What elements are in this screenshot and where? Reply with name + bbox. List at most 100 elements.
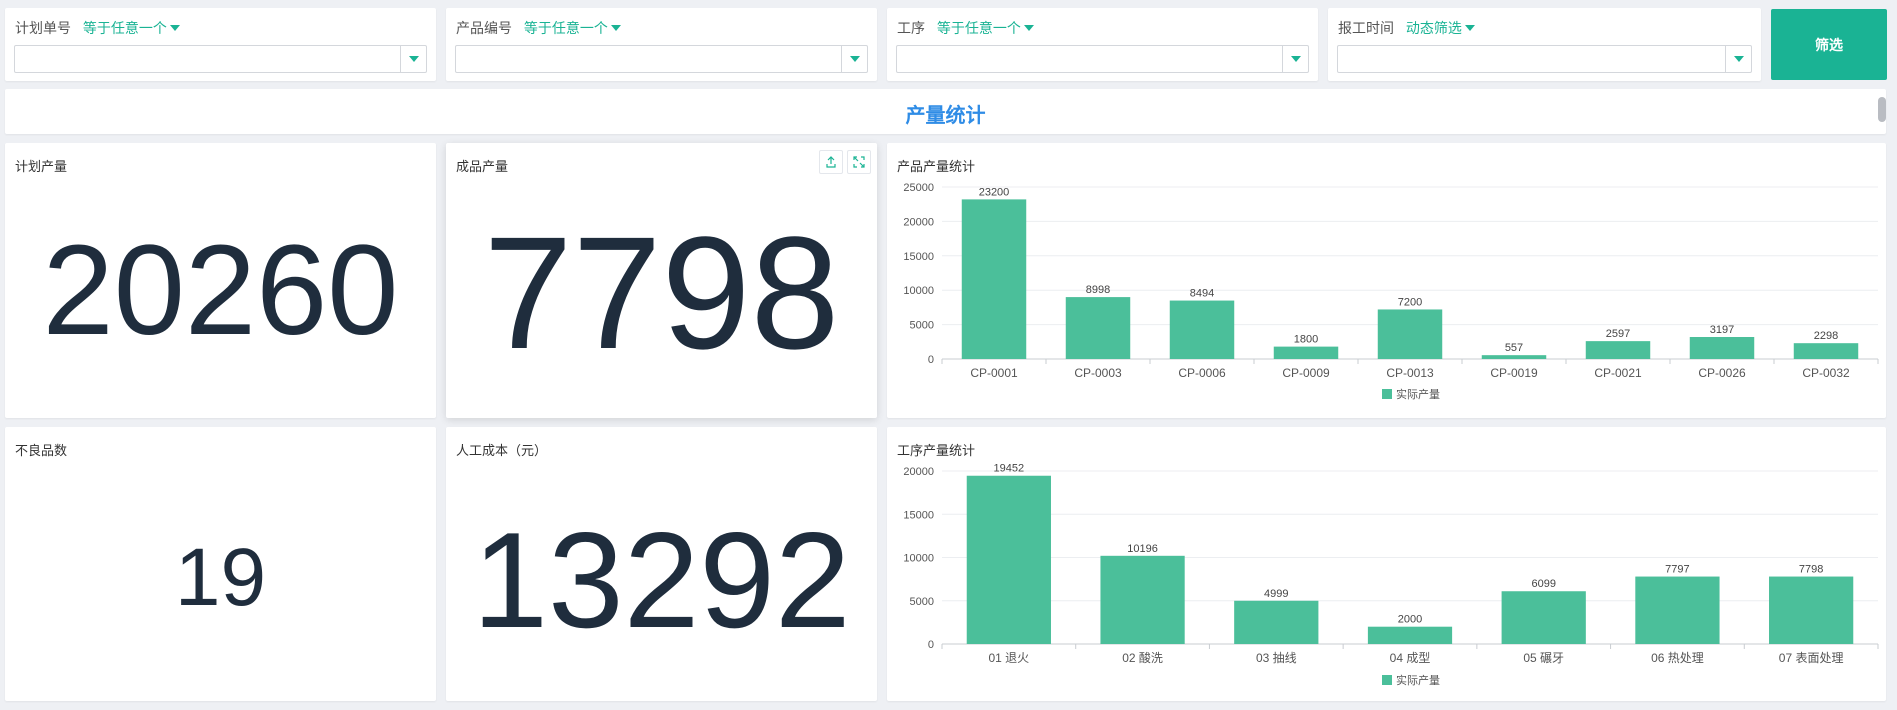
filter-product-no: 产品编号 等于任意一个	[446, 8, 877, 81]
filter-operator-dropdown[interactable]: 等于任意一个	[83, 20, 180, 36]
x-tick-label: CP-0021	[1594, 366, 1642, 380]
y-tick-label: 5000	[910, 320, 934, 332]
x-tick-label: CP-0003	[1074, 366, 1122, 380]
scrollbar-thumb[interactable]	[1878, 97, 1886, 122]
caret-down-icon	[1023, 25, 1034, 31]
upload-icon[interactable]	[819, 150, 843, 174]
bar	[966, 475, 1051, 644]
kpi-card-finished-output: 成品产量 7798	[446, 143, 877, 418]
chevron-down-icon[interactable]	[1282, 46, 1308, 72]
filter-report-time-header: 报工时间 动态筛选	[1338, 18, 1475, 38]
card-toolbar	[819, 150, 871, 174]
legend-swatch	[1382, 675, 1392, 685]
filter-report-time: 报工时间 动态筛选	[1328, 8, 1761, 81]
filter-plan-no-select[interactable]	[14, 45, 427, 73]
bar	[1585, 341, 1651, 359]
bar-data-label: 8494	[1190, 288, 1214, 300]
y-tick-label: 0	[928, 354, 934, 366]
filter-operator-label: 动态筛选	[1405, 20, 1462, 36]
caret-down-icon	[610, 25, 621, 31]
y-tick-label: 15000	[903, 251, 934, 263]
bar	[1169, 300, 1235, 359]
filter-label: 工序	[897, 20, 925, 36]
dashboard-title-bar: 产量统计	[5, 89, 1886, 134]
process-output-bar-chart: 0 5000 10000 15000 20000 19452 01 退火 10196 02 酸洗…	[903, 463, 1879, 687]
filter-process: 工序 等于任意一个	[887, 8, 1318, 81]
y-tick-label: 20000	[903, 466, 934, 478]
y-tick-label: 25000	[903, 182, 934, 194]
bar-data-label: 4999	[1264, 588, 1288, 600]
chart-card-product-output: 产品产量统计 0 5000 10000 15000 20000 25000 23200 CP-…	[887, 143, 1886, 418]
bar	[1234, 600, 1319, 644]
x-tick-label: 04 成型	[1390, 651, 1431, 665]
filter-product-no-select[interactable]	[455, 45, 868, 73]
bar-data-label: 2597	[1606, 328, 1630, 340]
chart-card-process-output: 工序产量统计 0 5000 10000 15000 20000 19452 01 退火 101…	[887, 427, 1886, 701]
x-tick-label: CP-0006	[1178, 366, 1226, 380]
kpi-value: 19	[174, 532, 267, 623]
filter-operator-label: 等于任意一个	[936, 20, 1021, 36]
bar	[1100, 555, 1185, 644]
y-tick-label: 20000	[903, 216, 934, 228]
y-tick-label: 5000	[910, 596, 934, 608]
bar-data-label: 23200	[979, 186, 1010, 198]
bar	[1793, 343, 1859, 359]
filter-operator-dropdown[interactable]: 动态筛选	[1406, 20, 1475, 36]
caret-down-icon	[169, 25, 180, 31]
chevron-down-icon[interactable]	[841, 46, 867, 72]
y-tick-label: 0	[928, 639, 934, 651]
legend-swatch	[1382, 389, 1392, 399]
kpi-title: 人工成本（元）	[456, 443, 548, 458]
bar-data-label: 7797	[1665, 564, 1689, 576]
legend-label: 实际产量	[1396, 673, 1440, 687]
x-tick-label: 01 退火	[989, 651, 1030, 665]
filter-operator-dropdown[interactable]: 等于任意一个	[937, 20, 1034, 36]
kpi-title: 成品产量	[456, 159, 509, 174]
kpi-title: 不良品数	[15, 443, 68, 458]
kpi-title: 计划产量	[15, 159, 68, 174]
bar-data-label: 6099	[1531, 578, 1555, 590]
filter-submit-button[interactable]: 筛选	[1771, 9, 1887, 80]
caret-down-icon	[1464, 25, 1475, 31]
filter-plan-no-header: 计划单号 等于任意一个	[15, 18, 180, 38]
filter-operator-dropdown[interactable]: 等于任意一个	[524, 20, 621, 36]
x-tick-label: 02 酸洗	[1122, 650, 1163, 665]
bar	[961, 199, 1027, 359]
x-tick-label: CP-0009	[1282, 366, 1330, 380]
filter-label: 产品编号	[456, 20, 512, 36]
bar-data-label: 10196	[1127, 543, 1158, 555]
chevron-down-icon[interactable]	[400, 46, 426, 72]
y-tick-label: 10000	[903, 285, 934, 297]
bar	[1065, 297, 1131, 359]
bar-data-label: 7200	[1398, 296, 1422, 308]
bar	[1377, 309, 1443, 359]
bar	[1273, 346, 1339, 359]
x-tick-label: 06 热处理	[1651, 651, 1704, 665]
bar	[1481, 355, 1547, 359]
filter-report-time-select[interactable]	[1337, 45, 1752, 73]
bar-data-label: 8998	[1086, 284, 1110, 296]
legend-label: 实际产量	[1396, 387, 1440, 401]
bar	[1689, 337, 1755, 359]
bar	[1635, 576, 1720, 644]
x-tick-label: 05 碾牙	[1523, 651, 1564, 665]
expand-icon[interactable]	[847, 150, 871, 174]
kpi-value: 13292	[472, 504, 851, 656]
filter-operator-label: 等于任意一个	[82, 20, 167, 36]
x-tick-label: CP-0019	[1490, 366, 1538, 380]
filter-process-header: 工序 等于任意一个	[897, 18, 1034, 38]
x-tick-label: CP-0013	[1386, 366, 1434, 380]
kpi-value: 20260	[42, 219, 399, 362]
filter-label: 报工时间	[1338, 20, 1394, 36]
filter-label: 计划单号	[15, 20, 71, 36]
bar-data-label: 2000	[1398, 614, 1422, 626]
bar-data-label: 2298	[1814, 330, 1838, 342]
filter-process-select[interactable]	[896, 45, 1309, 73]
kpi-value: 7798	[483, 203, 840, 382]
product-output-bar-chart: 0 5000 10000 15000 20000 25000 23200 CP-0001 899…	[903, 182, 1879, 401]
bar	[1501, 591, 1586, 644]
chevron-down-icon[interactable]	[1725, 46, 1751, 72]
bar	[1367, 626, 1453, 644]
y-tick-label: 10000	[903, 553, 934, 565]
bar-data-label: 557	[1505, 342, 1523, 354]
